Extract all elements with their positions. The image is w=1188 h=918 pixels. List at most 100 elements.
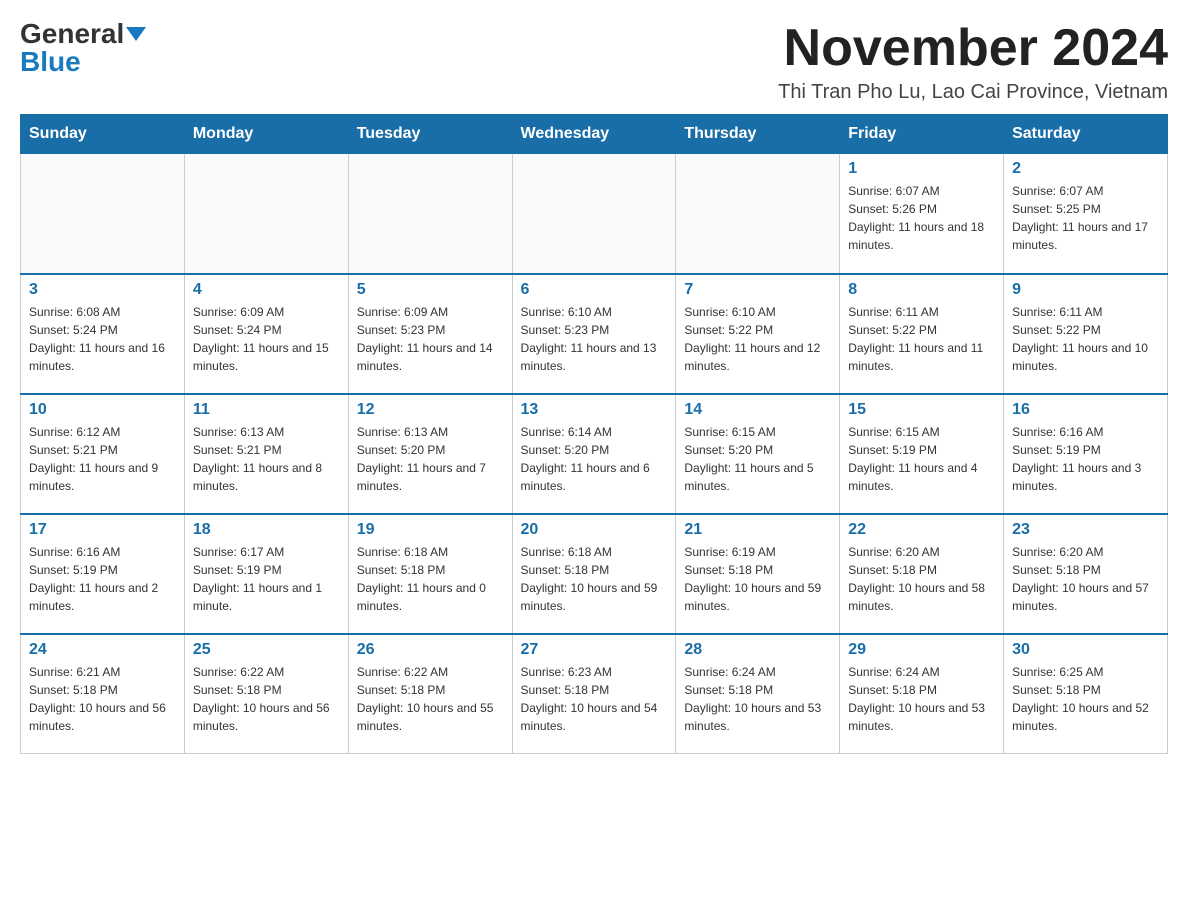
day-info: Sunrise: 6:09 AM Sunset: 5:23 PM Dayligh… bbox=[357, 303, 504, 375]
day-info: Sunrise: 6:15 AM Sunset: 5:19 PM Dayligh… bbox=[848, 423, 995, 495]
day-info: Sunrise: 6:24 AM Sunset: 5:18 PM Dayligh… bbox=[684, 663, 831, 735]
logo: General Blue bbox=[20, 20, 146, 76]
calendar-cell: 21 Sunrise: 6:19 AM Sunset: 5:18 PM Dayli… bbox=[676, 514, 840, 634]
day-info: Sunrise: 6:22 AM Sunset: 5:18 PM Dayligh… bbox=[193, 663, 340, 735]
day-number: 1 bbox=[848, 160, 995, 178]
calendar-week-row: 3 Sunrise: 6:08 AM Sunset: 5:24 PM Daylig… bbox=[21, 274, 1168, 394]
calendar-cell: 7 Sunrise: 6:10 AM Sunset: 5:22 PM Daylig… bbox=[676, 274, 840, 394]
weekday-header-wednesday: Wednesday bbox=[512, 115, 676, 154]
page-header: General Blue November 2024 Thi Tran Pho … bbox=[20, 20, 1168, 104]
day-info: Sunrise: 6:08 AM Sunset: 5:24 PM Dayligh… bbox=[29, 303, 176, 375]
calendar-cell: 14 Sunrise: 6:15 AM Sunset: 5:20 PM Dayli… bbox=[676, 394, 840, 514]
calendar-cell: 9Sunrise: 6:11 AM Sunset: 5:22 PM Daylig… bbox=[1004, 274, 1168, 394]
day-info: Sunrise: 6:21 AM Sunset: 5:18 PM Dayligh… bbox=[29, 663, 176, 735]
calendar-cell: 1 Sunrise: 6:07 AM Sunset: 5:26 PM Daylig… bbox=[840, 154, 1004, 274]
day-info: Sunrise: 6:11 AM Sunset: 5:22 PM Dayligh… bbox=[1012, 303, 1159, 375]
day-number: 10 bbox=[29, 401, 176, 419]
day-number: 18 bbox=[193, 521, 340, 539]
weekday-header-tuesday: Tuesday bbox=[348, 115, 512, 154]
calendar-cell: 16Sunrise: 6:16 AM Sunset: 5:19 PM Dayli… bbox=[1004, 394, 1168, 514]
calendar-week-row: 10Sunrise: 6:12 AM Sunset: 5:21 PM Dayli… bbox=[21, 394, 1168, 514]
weekday-header-saturday: Saturday bbox=[1004, 115, 1168, 154]
calendar-cell: 18 Sunrise: 6:17 AM Sunset: 5:19 PM Dayli… bbox=[184, 514, 348, 634]
calendar-cell: 23Sunrise: 6:20 AM Sunset: 5:18 PM Dayli… bbox=[1004, 514, 1168, 634]
day-number: 2 bbox=[1012, 160, 1159, 178]
title-block: November 2024 Thi Tran Pho Lu, Lao Cai P… bbox=[778, 20, 1168, 104]
day-info: Sunrise: 6:13 AM Sunset: 5:21 PM Dayligh… bbox=[193, 423, 340, 495]
day-info: Sunrise: 6:20 AM Sunset: 5:18 PM Dayligh… bbox=[848, 543, 995, 615]
calendar-cell: 29 Sunrise: 6:24 AM Sunset: 5:18 PM Dayli… bbox=[840, 634, 1004, 754]
day-info: Sunrise: 6:07 AM Sunset: 5:26 PM Dayligh… bbox=[848, 182, 995, 254]
day-number: 29 bbox=[848, 641, 995, 659]
calendar-week-row: 17 Sunrise: 6:16 AM Sunset: 5:19 PM Dayli… bbox=[21, 514, 1168, 634]
day-number: 22 bbox=[848, 521, 995, 539]
day-number: 26 bbox=[357, 641, 504, 659]
day-info: Sunrise: 6:19 AM Sunset: 5:18 PM Dayligh… bbox=[684, 543, 831, 615]
calendar-cell: 24Sunrise: 6:21 AM Sunset: 5:18 PM Dayli… bbox=[21, 634, 185, 754]
day-number: 5 bbox=[357, 281, 504, 299]
day-number: 21 bbox=[684, 521, 831, 539]
day-number: 17 bbox=[29, 521, 176, 539]
day-info: Sunrise: 6:18 AM Sunset: 5:18 PM Dayligh… bbox=[357, 543, 504, 615]
day-info: Sunrise: 6:09 AM Sunset: 5:24 PM Dayligh… bbox=[193, 303, 340, 375]
day-number: 20 bbox=[521, 521, 668, 539]
day-number: 15 bbox=[848, 401, 995, 419]
calendar-cell: 25 Sunrise: 6:22 AM Sunset: 5:18 PM Dayli… bbox=[184, 634, 348, 754]
day-info: Sunrise: 6:24 AM Sunset: 5:18 PM Dayligh… bbox=[848, 663, 995, 735]
day-info: Sunrise: 6:17 AM Sunset: 5:19 PM Dayligh… bbox=[193, 543, 340, 615]
day-info: Sunrise: 6:07 AM Sunset: 5:25 PM Dayligh… bbox=[1012, 182, 1159, 254]
calendar-week-row: 24Sunrise: 6:21 AM Sunset: 5:18 PM Dayli… bbox=[21, 634, 1168, 754]
day-number: 8 bbox=[848, 281, 995, 299]
weekday-header-monday: Monday bbox=[184, 115, 348, 154]
calendar-cell: 20 Sunrise: 6:18 AM Sunset: 5:18 PM Dayli… bbox=[512, 514, 676, 634]
calendar-week-row: 1 Sunrise: 6:07 AM Sunset: 5:26 PM Daylig… bbox=[21, 154, 1168, 274]
day-info: Sunrise: 6:18 AM Sunset: 5:18 PM Dayligh… bbox=[521, 543, 668, 615]
calendar-cell: 6 Sunrise: 6:10 AM Sunset: 5:23 PM Daylig… bbox=[512, 274, 676, 394]
day-number: 3 bbox=[29, 281, 176, 299]
day-number: 6 bbox=[521, 281, 668, 299]
calendar-cell bbox=[676, 154, 840, 274]
day-info: Sunrise: 6:16 AM Sunset: 5:19 PM Dayligh… bbox=[29, 543, 176, 615]
calendar-table: SundayMondayTuesdayWednesdayThursdayFrid… bbox=[20, 114, 1168, 754]
calendar-cell: 13 Sunrise: 6:14 AM Sunset: 5:20 PM Dayli… bbox=[512, 394, 676, 514]
day-number: 14 bbox=[684, 401, 831, 419]
day-number: 25 bbox=[193, 641, 340, 659]
calendar-cell: 15 Sunrise: 6:15 AM Sunset: 5:19 PM Dayli… bbox=[840, 394, 1004, 514]
day-info: Sunrise: 6:23 AM Sunset: 5:18 PM Dayligh… bbox=[521, 663, 668, 735]
day-info: Sunrise: 6:15 AM Sunset: 5:20 PM Dayligh… bbox=[684, 423, 831, 495]
calendar-cell: 3 Sunrise: 6:08 AM Sunset: 5:24 PM Daylig… bbox=[21, 274, 185, 394]
day-number: 19 bbox=[357, 521, 504, 539]
day-number: 4 bbox=[193, 281, 340, 299]
calendar-cell: 30Sunrise: 6:25 AM Sunset: 5:18 PM Dayli… bbox=[1004, 634, 1168, 754]
calendar-cell: 8 Sunrise: 6:11 AM Sunset: 5:22 PM Daylig… bbox=[840, 274, 1004, 394]
calendar-cell: 17 Sunrise: 6:16 AM Sunset: 5:19 PM Dayli… bbox=[21, 514, 185, 634]
calendar-cell: 22 Sunrise: 6:20 AM Sunset: 5:18 PM Dayli… bbox=[840, 514, 1004, 634]
day-info: Sunrise: 6:11 AM Sunset: 5:22 PM Dayligh… bbox=[848, 303, 995, 375]
logo-general-text: General bbox=[20, 20, 124, 48]
day-info: Sunrise: 6:13 AM Sunset: 5:20 PM Dayligh… bbox=[357, 423, 504, 495]
calendar-cell: 26Sunrise: 6:22 AM Sunset: 5:18 PM Dayli… bbox=[348, 634, 512, 754]
calendar-cell: 28 Sunrise: 6:24 AM Sunset: 5:18 PM Dayli… bbox=[676, 634, 840, 754]
logo-triangle-icon bbox=[126, 27, 146, 41]
weekday-header-thursday: Thursday bbox=[676, 115, 840, 154]
day-number: 7 bbox=[684, 281, 831, 299]
day-info: Sunrise: 6:14 AM Sunset: 5:20 PM Dayligh… bbox=[521, 423, 668, 495]
day-number: 13 bbox=[521, 401, 668, 419]
calendar-cell bbox=[184, 154, 348, 274]
day-number: 11 bbox=[193, 401, 340, 419]
day-info: Sunrise: 6:10 AM Sunset: 5:23 PM Dayligh… bbox=[521, 303, 668, 375]
day-info: Sunrise: 6:25 AM Sunset: 5:18 PM Dayligh… bbox=[1012, 663, 1159, 735]
logo-blue-text: Blue bbox=[20, 48, 81, 76]
calendar-cell: 12 Sunrise: 6:13 AM Sunset: 5:20 PM Dayli… bbox=[348, 394, 512, 514]
day-number: 28 bbox=[684, 641, 831, 659]
month-title: November 2024 bbox=[778, 20, 1168, 77]
calendar-cell: 5 Sunrise: 6:09 AM Sunset: 5:23 PM Daylig… bbox=[348, 274, 512, 394]
day-number: 12 bbox=[357, 401, 504, 419]
day-info: Sunrise: 6:10 AM Sunset: 5:22 PM Dayligh… bbox=[684, 303, 831, 375]
calendar-cell: 19 Sunrise: 6:18 AM Sunset: 5:18 PM Dayli… bbox=[348, 514, 512, 634]
calendar-header-row: SundayMondayTuesdayWednesdayThursdayFrid… bbox=[21, 115, 1168, 154]
day-info: Sunrise: 6:20 AM Sunset: 5:18 PM Dayligh… bbox=[1012, 543, 1159, 615]
calendar-cell: 10Sunrise: 6:12 AM Sunset: 5:21 PM Dayli… bbox=[21, 394, 185, 514]
calendar-cell: 11 Sunrise: 6:13 AM Sunset: 5:21 PM Dayli… bbox=[184, 394, 348, 514]
calendar-cell bbox=[348, 154, 512, 274]
